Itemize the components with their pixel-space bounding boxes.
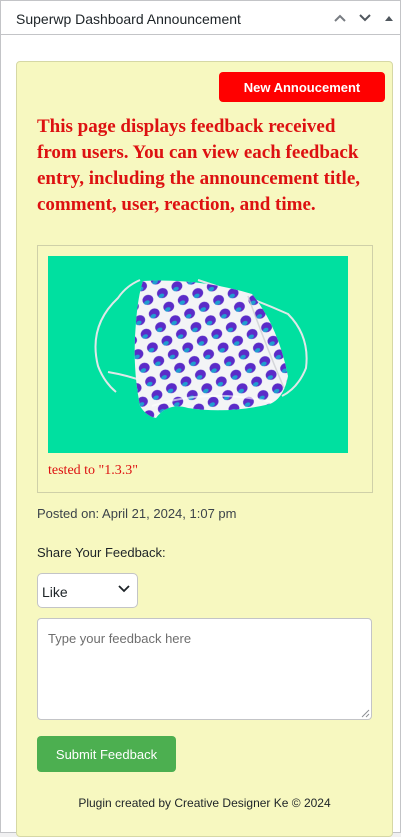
move-down-button[interactable] — [357, 10, 373, 26]
announcement-card: tested to "1.3.3" — [37, 245, 373, 493]
caret-up-icon — [385, 16, 393, 21]
posted-timestamp: Posted on: April 21, 2024, 1:07 pm — [37, 506, 237, 521]
submit-feedback-button[interactable]: Submit Feedback — [37, 736, 176, 772]
announcement-image — [48, 256, 348, 453]
chevron-down-icon — [118, 585, 130, 593]
move-up-button[interactable] — [332, 10, 348, 26]
drawstring-bag-image — [48, 256, 348, 453]
reaction-selected-value: Like — [42, 584, 68, 600]
chevron-down-icon — [359, 14, 371, 22]
announcement-panel: New Annoucement This page displays feedb… — [16, 61, 393, 837]
new-announcement-button[interactable]: New Annoucement — [219, 72, 385, 102]
announcement-widget: Superwp Dashboard Announcement New Annou… — [0, 0, 401, 837]
widget-header: Superwp Dashboard Announcement — [1, 1, 400, 35]
announcement-description: This page displays feedback received fro… — [37, 116, 361, 215]
reaction-select[interactable]: Like — [37, 573, 138, 608]
toggle-panel-button[interactable] — [381, 10, 397, 26]
feedback-textarea[interactable] — [37, 618, 372, 720]
feedback-label: Share Your Feedback: — [37, 545, 166, 560]
resize-grip-icon[interactable] — [360, 708, 370, 718]
plugin-credit: Plugin created by Creative Designer Ke ©… — [78, 796, 331, 810]
tested-version-text: tested to "1.3.3" — [48, 463, 138, 478]
chevron-up-icon — [334, 14, 346, 22]
widget-title: Superwp Dashboard Announcement — [16, 11, 241, 27]
